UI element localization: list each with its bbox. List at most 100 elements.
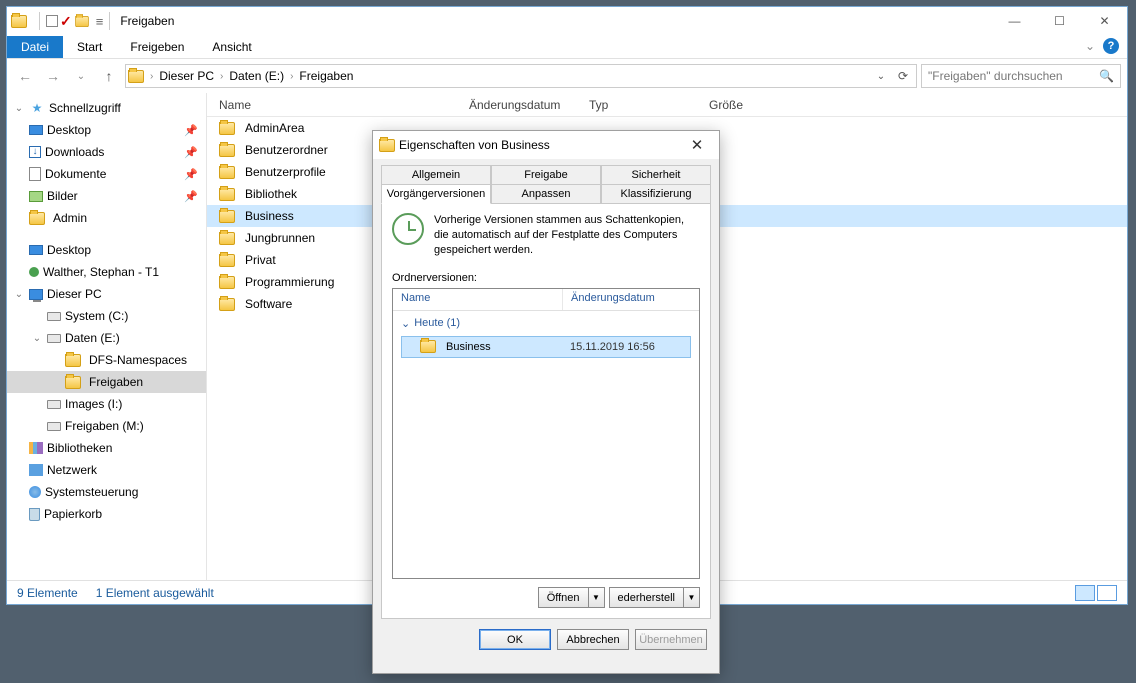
folder-icon [219,210,235,223]
view-details-icon[interactable] [1075,585,1095,601]
tree-network[interactable]: Netzwerk [7,459,206,481]
address-box[interactable]: › Dieser PC › Daten (E:) › Freigaben ⌄ ⟳ [125,64,917,88]
col-type[interactable]: Typ [589,98,709,112]
tree-drive-e[interactable]: ⌄Daten (E:) [7,327,206,349]
version-group[interactable]: ⌄Heute (1) [393,311,699,336]
properties-icon[interactable] [46,15,58,27]
help-icon[interactable]: ? [1103,38,1119,54]
open-dropdown-icon[interactable]: ▼ [589,587,605,608]
qat-check-icon[interactable]: ✓ [60,13,72,30]
vl-col-date[interactable]: Änderungsdatum [563,289,663,310]
apply-button[interactable]: Übernehmen [635,629,707,650]
breadcrumb-item[interactable]: Freigaben [295,67,357,85]
folder-icon [219,276,235,289]
up-button[interactable]: ↑ [97,64,121,88]
restore-dropdown-icon[interactable]: ▼ [684,587,700,608]
tree-dfs-namespaces[interactable]: DFS-Namespaces [7,349,206,371]
tree-control-panel[interactable]: Systemsteuerung [7,481,206,503]
open-button[interactable]: Öffnen ▼ [538,587,605,608]
file-name: Software [245,297,292,311]
ribbon-tab-file[interactable]: Datei [7,36,63,58]
versions-list[interactable]: Name Änderungsdatum ⌄Heute (1) Business … [392,288,700,579]
chevron-down-icon: ⌄ [401,317,410,330]
pin-icon: 📌 [184,168,198,181]
tree-user[interactable]: Walther, Stephan - T1 [7,261,206,283]
maximize-button[interactable]: ☐ [1037,7,1082,35]
qat-divider-icon[interactable]: ≡ [96,14,104,29]
restore-button[interactable]: ederherstell ▼ [609,587,700,608]
column-headers[interactable]: Name Änderungsdatum Typ Größe [207,93,1127,117]
status-item-count: 9 Elemente [17,586,78,600]
folder-icon [219,298,235,311]
dialog-close-button[interactable]: ✕ [681,133,713,157]
tab-previous-versions[interactable]: Vorgängerversionen [381,184,491,204]
close-button[interactable]: ✕ [1082,7,1127,35]
tab-sharing[interactable]: Freigabe [491,165,601,185]
tab-security[interactable]: Sicherheit [601,165,711,185]
status-selected: 1 Element ausgewählt [96,586,214,600]
version-item-date: 15.11.2019 16:56 [570,341,690,353]
tab-classification[interactable]: Klassifizierung [601,184,711,204]
col-size[interactable]: Größe [709,98,743,112]
tree-libraries[interactable]: Bibliotheken [7,437,206,459]
version-item[interactable]: Business 15.11.2019 16:56 [401,336,691,358]
ribbon-tab-view[interactable]: Ansicht [198,36,265,58]
tab-panel: Vorherige Versionen stammen aus Schatten… [381,203,711,619]
tree-freigaben[interactable]: Freigaben [7,371,206,393]
tree-this-pc[interactable]: ⌄Dieser PC [7,283,206,305]
versions-label: Ordnerversionen: [392,272,700,284]
recent-dropdown-icon[interactable]: ⌄ [69,64,93,88]
window-title: Freigaben [120,14,174,28]
address-bar: ← → ⌄ ↑ › Dieser PC › Daten (E:) › Freig… [7,59,1127,93]
tree-recycle-bin[interactable]: Papierkorb [7,503,206,525]
tree-desktop-root[interactable]: Desktop [7,239,206,261]
qat-folder-icon[interactable] [75,15,89,26]
tree-documents[interactable]: Dokumente📌 [7,163,206,185]
tree-quick-access[interactable]: ⌄★Schnellzugriff [7,97,206,119]
tree-downloads[interactable]: ↓Downloads📌 [7,141,206,163]
properties-dialog: Eigenschaften von Business ✕ Allgemein F… [372,130,720,674]
file-name: AdminArea [245,121,304,135]
chevron-right-icon[interactable]: › [220,71,223,82]
back-button[interactable]: ← [13,64,37,88]
tree-desktop[interactable]: Desktop📌 [7,119,206,141]
folder-icon [219,232,235,245]
ribbon-tab-start[interactable]: Start [63,36,116,58]
folder-icon [219,254,235,267]
cancel-button[interactable]: Abbrechen [557,629,629,650]
address-dropdown-icon[interactable]: ⌄ [870,65,892,87]
ok-button[interactable]: OK [479,629,551,650]
tab-general[interactable]: Allgemein [381,165,491,185]
clock-icon [392,213,424,245]
tree-pictures[interactable]: Bilder📌 [7,185,206,207]
ribbon-tab-share[interactable]: Freigeben [116,36,198,58]
tree-admin[interactable]: Admin [7,207,206,229]
file-name: Benutzerprofile [245,165,326,179]
folder-icon [219,122,235,135]
breadcrumb-item[interactable]: Dieser PC [155,67,218,85]
col-name[interactable]: Name [219,98,469,112]
ribbon-expand-icon[interactable]: ⌄ [1085,39,1095,53]
minimize-button[interactable]: — [992,7,1037,35]
tree-drive-m[interactable]: Freigaben (M:) [7,415,206,437]
col-date[interactable]: Änderungsdatum [469,98,589,112]
search-icon: 🔍 [1099,69,1114,83]
breadcrumb-item[interactable]: Daten (E:) [225,67,288,85]
search-input[interactable]: "Freigaben" durchsuchen 🔍 [921,64,1121,88]
chevron-right-icon[interactable]: › [150,71,153,82]
tree-drive-i[interactable]: Images (I:) [7,393,206,415]
navigation-tree[interactable]: ⌄★Schnellzugriff Desktop📌 ↓Downloads📌 Do… [7,93,207,580]
file-name: Benutzerordner [245,143,328,157]
titlebar[interactable]: ✓ ≡ Freigaben — ☐ ✕ [7,7,1127,35]
vl-col-name[interactable]: Name [393,289,563,310]
dialog-titlebar[interactable]: Eigenschaften von Business ✕ [373,131,719,159]
view-large-icon[interactable] [1097,585,1117,601]
version-item-name: Business [446,341,491,353]
chevron-right-icon[interactable]: › [290,71,293,82]
breadcrumb-root-icon [128,70,144,83]
file-name: Jungbrunnen [245,231,315,245]
tab-customize[interactable]: Anpassen [491,184,601,204]
forward-button[interactable]: → [41,64,65,88]
refresh-icon[interactable]: ⟳ [892,65,914,87]
tree-drive-c[interactable]: System (C:) [7,305,206,327]
